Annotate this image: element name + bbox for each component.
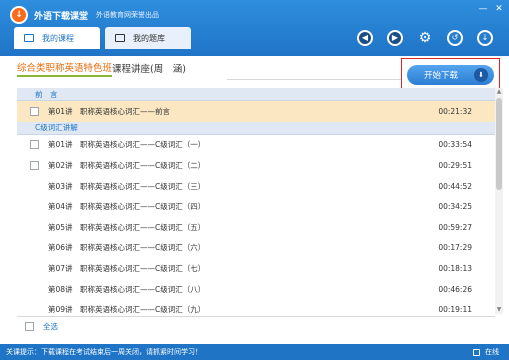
list-item[interactable]: 第08讲 职称英语核心词汇——C级词汇（八） 00:46:26 bbox=[17, 279, 495, 300]
tab-label: 我的题库 bbox=[133, 33, 165, 43]
lesson-number: 第09讲 bbox=[48, 305, 73, 314]
online-status: 在线 bbox=[473, 347, 499, 357]
section-header-c-vocab[interactable]: C级词汇讲解 bbox=[17, 121, 495, 135]
lesson-title: 职称英语核心词汇——C级词汇（八） bbox=[80, 284, 206, 294]
download-circle-icon[interactable]: ↓ bbox=[477, 30, 493, 46]
section-title: 前 言 bbox=[35, 89, 58, 99]
online-label: 在线 bbox=[485, 348, 499, 356]
minimize-button[interactable]: — bbox=[476, 3, 490, 15]
divider bbox=[227, 79, 401, 80]
tab-my-courses[interactable]: 我的课程 bbox=[14, 27, 100, 49]
lesson-title: 职称英语核心词汇——C级词汇（三） bbox=[80, 181, 206, 191]
list-item[interactable]: 第04讲 职称英语核心词汇——C级词汇（四） 00:34:25 bbox=[17, 196, 495, 217]
scroll-up-icon[interactable]: ▲ bbox=[495, 88, 503, 96]
title-bar: ↓ 外语下载课堂 外语教育网荣誉出品 — ✕ 我的课程 我的题库 ◀ ▶ ⚙ ↺… bbox=[0, 0, 509, 56]
course-title-highlight: 综合类职称英语特色班 bbox=[17, 60, 113, 77]
back-arrow-icon[interactable]: ◀ bbox=[357, 30, 373, 46]
status-bar: 关课提示：下载课程在考试结束后一周关闭，请抓紧时间学习！ 在线 bbox=[0, 344, 509, 360]
lesson-duration: 00:46:26 bbox=[438, 284, 472, 294]
tab-my-question-bank[interactable]: 我的题库 bbox=[105, 27, 191, 49]
lesson-duration: 00:34:25 bbox=[438, 202, 472, 212]
select-all-checkbox[interactable] bbox=[25, 322, 34, 331]
lesson-duration: 00:18:13 bbox=[438, 263, 472, 273]
lesson-duration: 00:19:11 bbox=[438, 305, 472, 314]
course-title: 综合类职称英语特色班 课程讲座(周 涵) bbox=[17, 58, 393, 78]
lesson-duration: 00:17:29 bbox=[438, 243, 472, 253]
list-item[interactable]: 第05讲 职称英语核心词汇——C级词汇（五） 00:59:27 bbox=[17, 217, 495, 238]
close-button[interactable]: ✕ bbox=[492, 3, 506, 15]
vertical-scrollbar[interactable]: ▲ ▼ bbox=[495, 88, 503, 314]
lesson-number: 第04讲 bbox=[48, 202, 73, 212]
lesson-list: 前 言 第01讲 职称英语核心词汇——前言 00:21:32 C级词汇讲解 第0… bbox=[17, 88, 495, 314]
gear-icon[interactable]: ⚙ bbox=[417, 30, 433, 46]
lesson-number: 第06讲 bbox=[48, 243, 73, 253]
divider bbox=[17, 316, 495, 317]
select-all[interactable]: 全选 bbox=[25, 321, 58, 332]
lesson-duration: 00:59:27 bbox=[438, 222, 472, 232]
lesson-number: 第01讲 bbox=[48, 140, 73, 150]
lesson-number: 第08讲 bbox=[48, 284, 73, 294]
select-all-label: 全选 bbox=[43, 322, 58, 331]
app-logo: ↓ 外语下载课堂 外语教育网荣誉出品 bbox=[10, 6, 159, 24]
list-item[interactable]: 第01讲 职称英语核心词汇——C级词汇（一） 00:33:54 bbox=[17, 135, 495, 156]
app-subtitle: 外语教育网荣誉出品 bbox=[96, 11, 160, 19]
list-item[interactable]: 第02讲 职称英语核心词汇——C级词汇（二） 00:29:51 bbox=[17, 155, 495, 176]
online-icon bbox=[473, 348, 480, 356]
scroll-thumb[interactable] bbox=[496, 98, 502, 190]
lesson-title: 职称英语核心词汇——C级词汇（九） bbox=[80, 305, 206, 314]
lesson-number: 第03讲 bbox=[48, 181, 73, 191]
list-item[interactable]: 第01讲 职称英语核心词汇——前言 00:21:32 bbox=[17, 101, 495, 122]
start-download-button[interactable]: 开始下载 ⬇ bbox=[407, 65, 494, 85]
lesson-duration: 00:21:32 bbox=[438, 106, 472, 116]
monitor-icon bbox=[24, 34, 34, 42]
lesson-title: 职称英语核心词汇——前言 bbox=[80, 106, 170, 116]
course-title-rest: 课程讲座(周 涵) bbox=[112, 64, 186, 75]
lesson-number: 第01讲 bbox=[48, 106, 73, 116]
lesson-duration: 00:29:51 bbox=[438, 160, 472, 170]
checkbox[interactable] bbox=[30, 140, 39, 150]
lesson-title: 职称英语核心词汇——C级词汇（四） bbox=[80, 202, 206, 212]
book-icon bbox=[115, 34, 125, 42]
nav-toolbar: ◀ ▶ ⚙ ↺ ↓ bbox=[357, 30, 493, 46]
logo-icon: ↓ bbox=[10, 6, 28, 24]
status-text: 关课提示：下载课程在考试结束后一周关闭，请抓紧时间学习！ bbox=[6, 348, 202, 356]
lesson-duration: 00:33:54 bbox=[438, 140, 472, 150]
list-item[interactable]: 第07讲 职称英语核心词汇——C级词汇（七） 00:18:13 bbox=[17, 258, 495, 279]
tab-label: 我的课程 bbox=[42, 33, 74, 43]
list-item[interactable]: 第09讲 职称英语核心词汇——C级词汇（九） 00:19:11 bbox=[17, 299, 495, 314]
forward-arrow-icon[interactable]: ▶ bbox=[387, 30, 403, 46]
lesson-title: 职称英语核心词汇——C级词汇（一） bbox=[80, 140, 206, 150]
app-name: 外语下载课堂 bbox=[34, 11, 89, 22]
checkbox[interactable] bbox=[30, 106, 39, 116]
list-item[interactable]: 第03讲 职称英语核心词汇——C级词汇（三） 00:44:52 bbox=[17, 176, 495, 197]
refresh-icon[interactable]: ↺ bbox=[447, 30, 463, 46]
list-item[interactable]: 第06讲 职称英语核心词汇——C级词汇（六） 00:17:29 bbox=[17, 238, 495, 259]
download-arrow-icon: ⬇ bbox=[474, 68, 488, 82]
section-header-preface[interactable]: 前 言 bbox=[17, 88, 495, 101]
start-download-label: 开始下载 bbox=[424, 71, 459, 81]
scroll-down-icon[interactable]: ▼ bbox=[495, 306, 503, 314]
section-title: C级词汇讲解 bbox=[35, 123, 78, 133]
lesson-duration: 00:44:52 bbox=[438, 181, 472, 191]
lesson-title: 职称英语核心词汇——C级词汇（七） bbox=[80, 263, 206, 273]
lesson-number: 第05讲 bbox=[48, 222, 73, 232]
lesson-title: 职称英语核心词汇——C级词汇（二） bbox=[80, 160, 206, 170]
lesson-number: 第02讲 bbox=[48, 160, 73, 170]
lesson-title: 职称英语核心词汇——C级词汇（六） bbox=[80, 243, 206, 253]
checkbox[interactable] bbox=[30, 160, 39, 170]
lesson-number: 第07讲 bbox=[48, 263, 73, 273]
lesson-title: 职称英语核心词汇——C级词汇（五） bbox=[80, 222, 206, 232]
